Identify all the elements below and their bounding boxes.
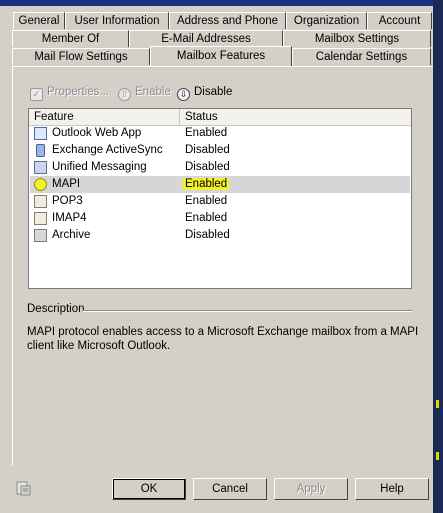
tab-user-information[interactable]: User Information	[65, 12, 169, 29]
disable-button[interactable]: ⇩ Disable	[177, 83, 232, 101]
tab-email-addresses[interactable]: E-Mail Addresses	[129, 30, 283, 47]
feature-status: Enabled	[185, 127, 228, 139]
list-item-outlook-web-app[interactable]: Outlook Web App Enabled	[30, 125, 410, 142]
enable-label: Enable	[135, 86, 171, 98]
properties-page-icon	[16, 481, 31, 496]
feature-status: Disabled	[185, 161, 230, 173]
tab-member-of[interactable]: Member Of	[12, 30, 129, 47]
feature-status: Enabled	[183, 176, 230, 193]
cancel-button[interactable]: Cancel	[193, 478, 267, 500]
help-button[interactable]: Help	[355, 478, 429, 500]
feature-name: POP3	[52, 195, 83, 207]
tab-general[interactable]: General	[13, 12, 65, 29]
archive-icon	[34, 229, 47, 242]
pop3-icon	[34, 195, 47, 208]
window-top-edge	[0, 0, 443, 6]
column-header-status[interactable]: Status	[180, 109, 412, 125]
list-item-pop3[interactable]: POP3 Enabled	[30, 193, 410, 210]
tab-calendar-settings[interactable]: Calendar Settings	[292, 48, 431, 65]
feature-name: Outlook Web App	[52, 127, 142, 139]
activesync-phone-icon	[36, 144, 45, 157]
imap4-icon	[34, 212, 47, 225]
feature-name: IMAP4	[52, 212, 87, 224]
mapi-icon	[34, 178, 47, 191]
properties-label: Properties...	[47, 86, 109, 98]
window-right-edge	[433, 0, 443, 513]
description-text: MAPI protocol enables access to a Micros…	[27, 326, 419, 352]
tab-mailbox-features[interactable]: Mailbox Features	[150, 46, 292, 66]
column-header-feature[interactable]: Feature	[29, 109, 180, 125]
properties-button[interactable]: ✓ Properties...	[30, 83, 109, 101]
arrow-up-icon: ⇧	[118, 88, 131, 101]
tab-address-and-phone[interactable]: Address and Phone	[169, 12, 286, 29]
tab-organization[interactable]: Organization	[286, 12, 367, 29]
outlook-web-app-icon	[34, 127, 47, 140]
feature-status: Enabled	[185, 195, 228, 207]
list-item-unified-messaging[interactable]: Unified Messaging Disabled	[30, 159, 410, 176]
disable-label: Disable	[194, 86, 233, 98]
edge-marker	[436, 400, 439, 408]
feature-name: Archive	[52, 229, 91, 241]
apply-button[interactable]: Apply	[274, 478, 348, 500]
tab-mailbox-settings[interactable]: Mailbox Settings	[283, 30, 431, 47]
feature-name: Unified Messaging	[52, 161, 147, 173]
tab-mail-flow-settings[interactable]: Mail Flow Settings	[12, 48, 150, 65]
feature-status: Disabled	[185, 229, 230, 241]
list-item-exchange-activesync[interactable]: Exchange ActiveSync Disabled	[30, 142, 410, 159]
edge-marker	[436, 452, 439, 460]
feature-name: Exchange ActiveSync	[52, 144, 163, 156]
description-label: Description	[27, 303, 85, 315]
feature-list[interactable]: Feature Status Outlook Web App Enabled E…	[28, 108, 412, 289]
list-item-imap4[interactable]: IMAP4 Enabled	[30, 210, 410, 227]
feature-status: Disabled	[185, 144, 230, 156]
description-divider	[83, 310, 412, 312]
enable-button[interactable]: ⇧ Enable	[118, 83, 171, 101]
feature-name: MAPI	[52, 178, 81, 190]
list-item-archive[interactable]: Archive Disabled	[30, 227, 410, 244]
list-item-mapi[interactable]: MAPI Enabled	[30, 176, 410, 193]
checkmark-icon: ✓	[30, 88, 43, 101]
status-highlight: Enabled	[183, 178, 230, 190]
feature-status: Enabled	[185, 212, 228, 224]
unified-messaging-icon	[34, 161, 47, 174]
tab-account[interactable]: Account	[367, 12, 432, 29]
arrow-down-icon: ⇩	[177, 88, 190, 101]
list-header: Feature Status	[29, 109, 411, 126]
ok-button[interactable]: OK	[112, 478, 186, 500]
